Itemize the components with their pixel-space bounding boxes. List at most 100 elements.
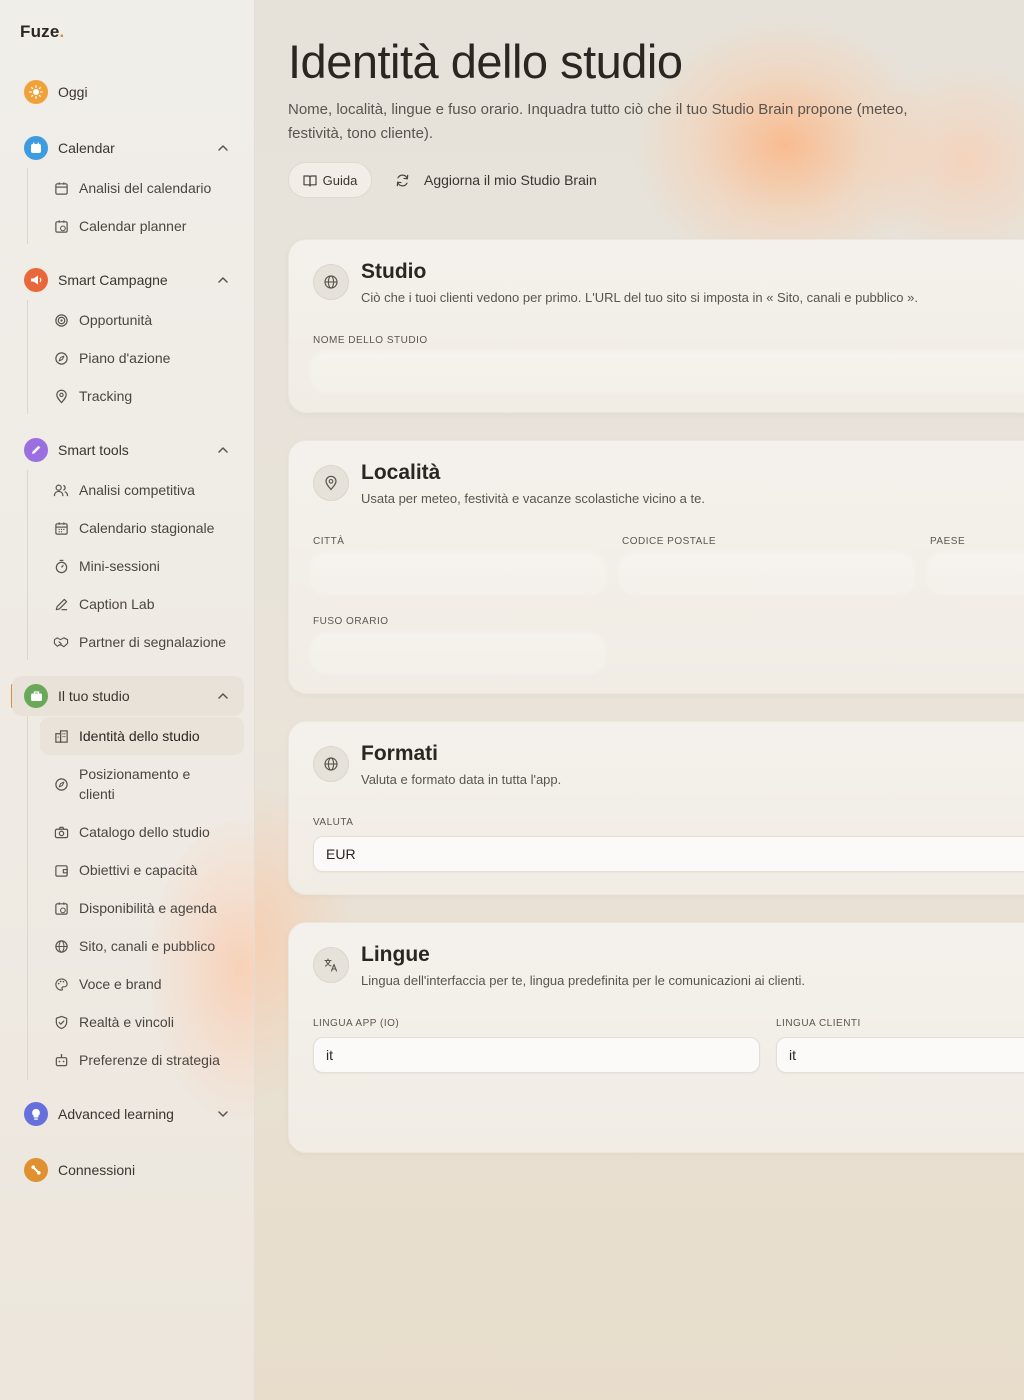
calendar-clock-icon bbox=[52, 217, 70, 235]
tree-line bbox=[27, 470, 28, 660]
sidebar-group-smart-tools[interactable]: Smart tools bbox=[0, 430, 254, 470]
book-icon bbox=[303, 174, 317, 187]
card-title: Studio bbox=[361, 260, 427, 283]
sidebar-item-label: Piano d'azione bbox=[79, 350, 171, 366]
chevron-up-icon[interactable] bbox=[214, 139, 232, 157]
sidebar-group-label: Smart tools bbox=[58, 442, 129, 458]
guide-button-label: Guida bbox=[322, 172, 358, 188]
sidebar-item-realta-vincoli[interactable]: Realtà e vincoli bbox=[40, 1003, 244, 1041]
calendar-icon bbox=[52, 179, 70, 197]
city-input[interactable] bbox=[313, 555, 603, 591]
country-input[interactable] bbox=[930, 555, 1024, 591]
globe-icon bbox=[52, 937, 70, 955]
calendar-icon bbox=[24, 136, 48, 160]
sidebar-group-label: Calendar bbox=[58, 140, 115, 156]
timer-icon bbox=[52, 557, 70, 575]
plug-icon bbox=[24, 1158, 48, 1182]
card-lingue: Lingue Lingua dell'interfaccia per te, l… bbox=[288, 922, 1024, 1153]
sidebar-item-analisi-calendario[interactable]: Analisi del calendario bbox=[40, 169, 244, 207]
globe-icon bbox=[313, 264, 349, 300]
chevron-down-icon[interactable] bbox=[214, 1105, 232, 1123]
target-icon bbox=[52, 311, 70, 329]
sidebar-item-analisi-competitiva[interactable]: Analisi competitiva bbox=[40, 471, 244, 509]
field-label: Fuso orario bbox=[313, 616, 389, 627]
map-pin-icon bbox=[313, 465, 349, 501]
sidebar-item-partner-segnalazione[interactable]: Partner di segnalazione bbox=[40, 623, 244, 661]
field-label: Paese bbox=[930, 536, 966, 547]
field-label: Codice postale bbox=[622, 536, 717, 547]
wallet-icon bbox=[52, 861, 70, 879]
postal-code-input[interactable] bbox=[622, 555, 912, 591]
app-logo[interactable]: Fuze. bbox=[20, 22, 64, 42]
card-title: Formati bbox=[361, 742, 439, 765]
sidebar-item-posizionamento-clienti[interactable]: Posizionamento e clienti bbox=[40, 759, 244, 809]
sidebar-item-identita-studio[interactable]: Identità dello studio bbox=[40, 717, 244, 755]
pencil-icon bbox=[24, 438, 48, 462]
card-localita: Località Usata per meteo, festività e va… bbox=[288, 440, 1024, 694]
sidebar-item-label: Analisi del calendario bbox=[79, 180, 212, 196]
sidebar-item-obiettivi-capacita[interactable]: Obiettivi e capacità bbox=[40, 851, 244, 889]
sidebar-item-calendario-stagionale[interactable]: Calendario stagionale bbox=[40, 509, 244, 547]
sidebar-item-sito-canali-pubblico[interactable]: Sito, canali e pubblico bbox=[40, 927, 244, 965]
sidebar-group-advanced-learning[interactable]: Advanced learning bbox=[0, 1094, 254, 1134]
sidebar-item-label: Catalogo dello studio bbox=[79, 824, 210, 840]
sidebar-item-caption-lab[interactable]: Caption Lab bbox=[40, 585, 244, 623]
sidebar-item-voce-brand[interactable]: Voce e brand bbox=[40, 965, 244, 1003]
sidebar-item-label: Connessioni bbox=[58, 1162, 136, 1178]
field-label: Lingua app (io) bbox=[313, 1018, 400, 1029]
app-language-input[interactable] bbox=[313, 1037, 760, 1073]
sidebar-item-calendar-planner[interactable]: Calendar planner bbox=[40, 207, 244, 245]
field-label: Valuta bbox=[313, 817, 354, 828]
client-language-input[interactable] bbox=[776, 1037, 1024, 1073]
map-pin-icon bbox=[52, 387, 70, 405]
calendar-clock-icon bbox=[52, 899, 70, 917]
sidebar-group-calendar[interactable]: Calendar bbox=[0, 128, 254, 168]
sidebar-group-smart-campagne[interactable]: Smart Campagne bbox=[0, 260, 254, 300]
sidebar-item-label: Posizionamento e clienti bbox=[79, 766, 191, 802]
sidebar-item-label: Partner di segnalazione bbox=[79, 634, 227, 650]
sidebar-item-label: Calendario stagionale bbox=[79, 520, 215, 536]
palette-icon bbox=[52, 975, 70, 993]
sidebar-item-preferenze-strategia[interactable]: Preferenze di strategia bbox=[40, 1041, 244, 1079]
sidebar-item-label: Analisi competitiva bbox=[79, 482, 195, 498]
refresh-icon bbox=[395, 173, 410, 188]
card-subtitle: Valuta e formato data in tutta l'app. bbox=[361, 772, 562, 787]
card-studio: Studio Ciò che i tuoi clienti vedono per… bbox=[288, 239, 1024, 413]
sidebar-item-disponibilita-agenda[interactable]: Disponibilità e agenda bbox=[40, 889, 244, 927]
users-icon bbox=[52, 481, 70, 499]
shield-check-icon bbox=[52, 1013, 70, 1031]
briefcase-icon bbox=[24, 684, 48, 708]
sidebar-item-label: Identità dello studio bbox=[79, 728, 200, 744]
page-description: Nome, località, lingue e fuso orario. In… bbox=[288, 101, 908, 142]
card-subtitle: Lingua dell'interfaccia per te, lingua p… bbox=[361, 973, 806, 988]
sidebar-item-oggi[interactable]: Oggi bbox=[0, 72, 254, 112]
sidebar-item-opportunita[interactable]: Opportunità bbox=[40, 301, 244, 339]
compass-icon bbox=[52, 349, 70, 367]
tree-line bbox=[27, 168, 28, 244]
card-formati: Formati Valuta e formato data in tutta l… bbox=[288, 721, 1024, 895]
refresh-studio-brain-button[interactable]: Aggiorna il mio Studio Brain bbox=[395, 162, 597, 198]
sidebar-group-il-tuo-studio[interactable]: Il tuo studio bbox=[12, 676, 244, 716]
chevron-up-icon[interactable] bbox=[214, 687, 232, 705]
camera-icon bbox=[52, 823, 70, 841]
sidebar-item-piano-azione[interactable]: Piano d'azione bbox=[40, 339, 244, 377]
chevron-up-icon[interactable] bbox=[214, 441, 232, 459]
sidebar-item-connessioni[interactable]: Connessioni bbox=[0, 1150, 254, 1190]
sidebar-item-label: Caption Lab bbox=[79, 596, 155, 612]
sidebar-item-label: Realtà e vincoli bbox=[79, 1014, 174, 1030]
tree-line bbox=[27, 300, 28, 414]
currency-input[interactable] bbox=[313, 836, 1024, 872]
tree-line bbox=[27, 716, 28, 1080]
page-title: Identità dello studio bbox=[288, 35, 683, 88]
card-subtitle: Ciò che i tuoi clienti vedono per primo.… bbox=[361, 290, 918, 305]
guide-button[interactable]: Guida bbox=[288, 162, 372, 198]
sidebar-item-tracking[interactable]: Tracking bbox=[40, 377, 244, 415]
chevron-up-icon[interactable] bbox=[214, 271, 232, 289]
sidebar: Fuze. Oggi Calendar Analisi del calendar… bbox=[0, 0, 255, 1400]
bulb-icon bbox=[24, 1102, 48, 1126]
compass-icon bbox=[52, 775, 70, 793]
studio-name-input[interactable] bbox=[313, 354, 1024, 390]
sidebar-item-mini-sessioni[interactable]: Mini-sessioni bbox=[40, 547, 244, 585]
timezone-input[interactable] bbox=[313, 635, 603, 671]
sidebar-item-catalogo-studio[interactable]: Catalogo dello studio bbox=[40, 813, 244, 851]
